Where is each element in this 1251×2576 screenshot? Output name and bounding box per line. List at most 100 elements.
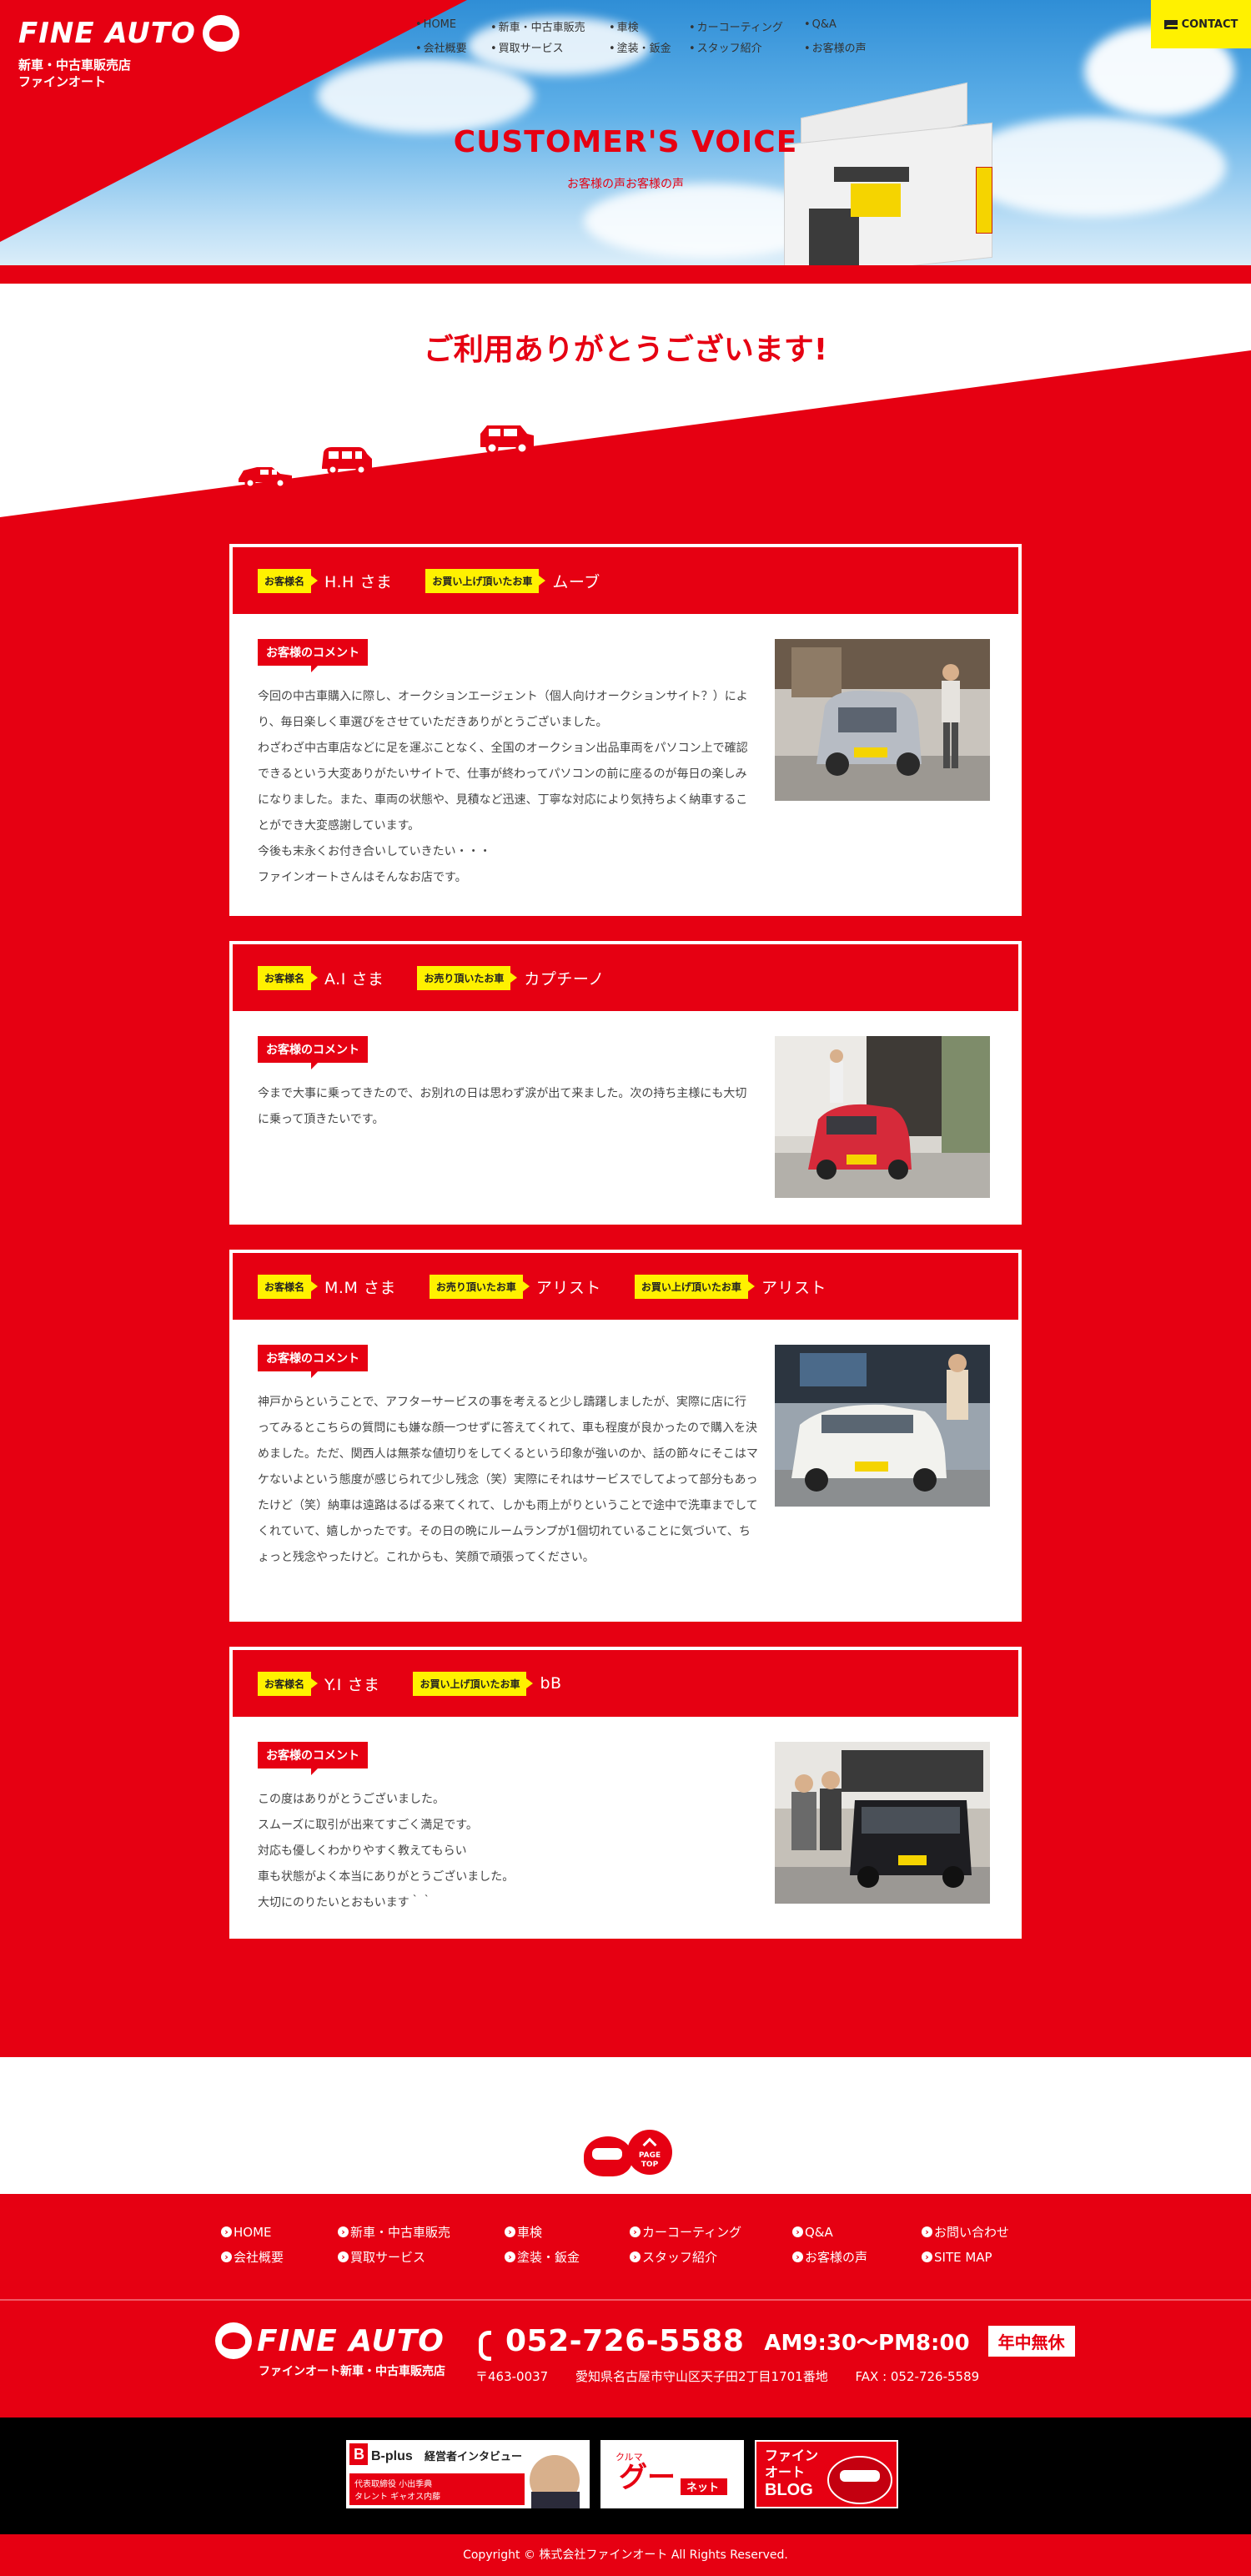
footer-nav-company[interactable]: 会社概要 xyxy=(221,2248,338,2266)
comment-text: 今まで大事に乗ってきたので、お別れの日は思わず涙が出て来ました。次の持ち主様にも… xyxy=(258,1081,758,1133)
bplus-banner-graphic: B B-plus 経営者インタビュー 代表取締役 小出季典 タレント ギャオス内… xyxy=(346,2440,590,2508)
footer-logo-text: FINE AUTO xyxy=(257,2323,445,2358)
page-top-circle: PAGE TOP xyxy=(627,2130,672,2175)
footer-nav-home[interactable]: HOME xyxy=(221,2223,338,2241)
red-diagonal-band xyxy=(0,350,1251,526)
comment-label: お客様のコメント xyxy=(258,639,368,672)
small-car-icon xyxy=(239,467,292,489)
mascot-car-icon xyxy=(584,2136,632,2176)
voice-card-body: お客様のコメント 神戸からということで、アフターサービスの事を考えると少し躊躇し… xyxy=(233,1320,1018,1596)
voice-card-header: お客様名 Y.I さま お買い上げ頂いたお車 bB xyxy=(233,1650,1018,1717)
building-door xyxy=(809,209,859,267)
comment-paragraph: 神戸からということで、アフターサービスの事を考えると少し躊躇しましたが、実際に店… xyxy=(258,1396,758,1564)
car-name: アリスト xyxy=(535,1278,601,1297)
nav-customer-voice[interactable]: お客様の声 xyxy=(804,39,896,55)
comment-label: お客様のコメント xyxy=(258,1345,368,1378)
logo-text: FINE AUTO xyxy=(18,17,196,50)
car-tag: お買い上げ頂いたお車 xyxy=(425,568,546,593)
wagon-car-icon xyxy=(322,447,372,475)
footer-nav-inquiry[interactable]: お問い合わせ xyxy=(922,2223,1055,2241)
customer-name-tag: お客様名 xyxy=(258,965,319,990)
nav-qa[interactable]: Q&A xyxy=(804,18,896,34)
footer-nav-car-coating[interactable]: カーコーティング xyxy=(630,2223,792,2241)
footer-address: 〒463-0037 愛知県名古屋市守山区天子田2丁目1701番地 FAX : 0… xyxy=(475,2367,979,2385)
comment-paragraph: 今後も末永くお付き合いしていきたい・・・ xyxy=(258,845,491,858)
logo-sub-line1: 新車・中古車販売店 xyxy=(18,58,132,73)
nav-staff[interactable]: スタッフ紹介 xyxy=(689,39,804,55)
voice-card-header: お客様名 M.M さま お売り頂いたお車 アリスト お買い上げ頂いたお車 アリス… xyxy=(233,1253,1018,1320)
blog-banner-graphic: ファイン オート BLOG xyxy=(756,2442,897,2507)
nav-purchase-service[interactable]: 買取サービス xyxy=(490,39,609,55)
nav-inspection[interactable]: 車検 xyxy=(609,18,689,34)
hero-bottom-band xyxy=(0,265,1251,284)
goo-net-banner[interactable]: クルマ グー ネット xyxy=(600,2440,744,2508)
logo-sub-line2: ファインオート xyxy=(18,74,107,89)
postal-code: 〒463-0037 xyxy=(475,2369,549,2384)
car-tag: お買い上げ頂いたお車 xyxy=(413,1671,534,1696)
footer-nav: HOME 新車・中古車販売 車検 カーコーティング Q&A お問い合わせ 会社概… xyxy=(221,2223,1055,2266)
comment-label: お客様のコメント xyxy=(258,1742,368,1775)
voice-card: お客様名 Y.I さま お買い上げ頂いたお車 bB お客様のコメント この度はあ… xyxy=(229,1647,1022,1939)
suv-car-icon xyxy=(480,425,534,455)
comment-text: 今回の中古車購入に際し、オークションエージェント（個人向けオークションサイト？）… xyxy=(258,684,758,891)
comment-paragraph: 今まで大事に乗ってきたので、お別れの日は思わず涙が出て来ました。次の持ち主様にも… xyxy=(258,1087,747,1126)
comment-paragraph: ファインオートさんはそんなお店です。 xyxy=(258,871,467,884)
nav-paint-body[interactable]: 塗装・鈑金 xyxy=(609,39,689,55)
svg-text:B: B xyxy=(354,2446,364,2463)
page-top-label-line2: TOP xyxy=(641,2161,659,2169)
goo-net: ネット xyxy=(686,2482,719,2494)
site-logo[interactable]: FINE AUTO 新車・中古車販売店 ファインオート xyxy=(18,15,244,90)
comment-paragraph: 対応も優しくわかりやすく教えてもらい xyxy=(258,1844,467,1858)
customer-photo xyxy=(775,1345,990,1507)
nav-new-used-sales[interactable]: 新車・中古車販売 xyxy=(490,18,609,34)
page-top-button[interactable]: PAGE TOP xyxy=(584,2130,676,2180)
blog-line1: ファイン xyxy=(765,2448,818,2463)
footer-logo-sub: ファインオート新車・中古車販売店 xyxy=(259,2365,445,2378)
page-title: CUSTOMER'S VOICE xyxy=(453,125,798,159)
voice-card-body: お客様のコメント 今まで大事に乗ってきたので、お別れの日は思わず涙が出て来ました… xyxy=(233,1011,1018,1198)
nav-car-coating[interactable]: カーコーティング xyxy=(689,18,804,34)
global-nav: HOME 新車・中古車販売 車検 カーコーティング Q&A 会社概要 買取サービ… xyxy=(415,18,932,55)
car-name: アリスト xyxy=(761,1278,826,1297)
page-top-label-line1: PAGE xyxy=(638,2151,661,2160)
customer-name-tag: お客様名 xyxy=(258,1274,319,1299)
footer-nav-site-map[interactable]: SITE MAP xyxy=(922,2248,1055,2266)
car-name: bB xyxy=(540,1674,562,1693)
comment-paragraph: 車も状態がよく本当にありがとうございました。 xyxy=(258,1870,515,1884)
nav-company[interactable]: 会社概要 xyxy=(415,39,490,55)
page-subtitle: お客様の声お客様の声 xyxy=(567,178,684,191)
footer-nav-new-used-sales[interactable]: 新車・中古車販売 xyxy=(338,2223,505,2241)
phone-number[interactable]: 052-726-5588 xyxy=(505,2324,744,2358)
bplus-interview-banner[interactable]: B B-plus 経営者インタビュー 代表取締役 小出季典 タレント ギャオス内… xyxy=(346,2440,590,2508)
car-tag: お売り頂いたお車 xyxy=(417,965,518,990)
contact-button[interactable]: CONTACT xyxy=(1151,0,1251,48)
comment-paragraph: この度はありがとうございました。 xyxy=(258,1793,445,1806)
voice-card-header: お客様名 H.H さま お買い上げ頂いたお車 ムーブ xyxy=(233,547,1018,614)
footer-nav-customer-voice[interactable]: お客様の声 xyxy=(792,2248,922,2266)
goo-net-banner-graphic: クルマ グー ネット xyxy=(600,2440,744,2508)
customer-photo xyxy=(775,639,990,801)
bplus-person: 代表取締役 小出季典 xyxy=(354,2478,432,2489)
copyright: Copyright © 株式会社ファインオート All Rights Reser… xyxy=(0,2534,1251,2576)
footer-contact: 052-726-5588 AM9:30〜PM8:00 年中無休 xyxy=(475,2324,1075,2361)
footer-nav-qa[interactable]: Q&A xyxy=(792,2223,922,2241)
fine-auto-blog-banner[interactable]: ファイン オート BLOG xyxy=(755,2440,898,2508)
blog-line2: オート xyxy=(765,2464,805,2480)
voice-card-body: お客様のコメント 今回の中古車購入に際し、オークションエージェント（個人向けオー… xyxy=(233,614,1018,916)
footer-nav-paint-body[interactable]: 塗装・鈑金 xyxy=(505,2248,630,2266)
chevron-up-icon xyxy=(642,2137,657,2152)
logo-car-icon xyxy=(202,15,239,52)
customer-photo xyxy=(775,1742,990,1904)
comment-paragraph: 今回の中古車購入に際し、オークションエージェント（個人向けオークションサイト？）… xyxy=(258,690,748,729)
comment-text: 神戸からということで、アフターサービスの事を考えると少し躊躇しましたが、実際に店… xyxy=(258,1390,758,1571)
mail-icon xyxy=(1163,19,1179,29)
customer-photo xyxy=(775,1036,990,1198)
bplus-title: 経営者インタビュー xyxy=(425,2450,522,2463)
footer-logo[interactable]: FINE AUTO ファインオート新車・中古車販売店 xyxy=(215,2322,457,2379)
footer-nav-inspection[interactable]: 車検 xyxy=(505,2223,630,2241)
comment-paragraph: スムーズに取引が出来てすごく満足です。 xyxy=(258,1819,478,1832)
nav-home[interactable]: HOME xyxy=(415,18,490,34)
comment-paragraph: わざわざ中古車店などに足を運ぶことなく、全国のオークション出品車両をパソコン上で… xyxy=(258,742,748,833)
footer-nav-staff[interactable]: スタッフ紹介 xyxy=(630,2248,792,2266)
footer-nav-purchase-service[interactable]: 買取サービス xyxy=(338,2248,505,2266)
